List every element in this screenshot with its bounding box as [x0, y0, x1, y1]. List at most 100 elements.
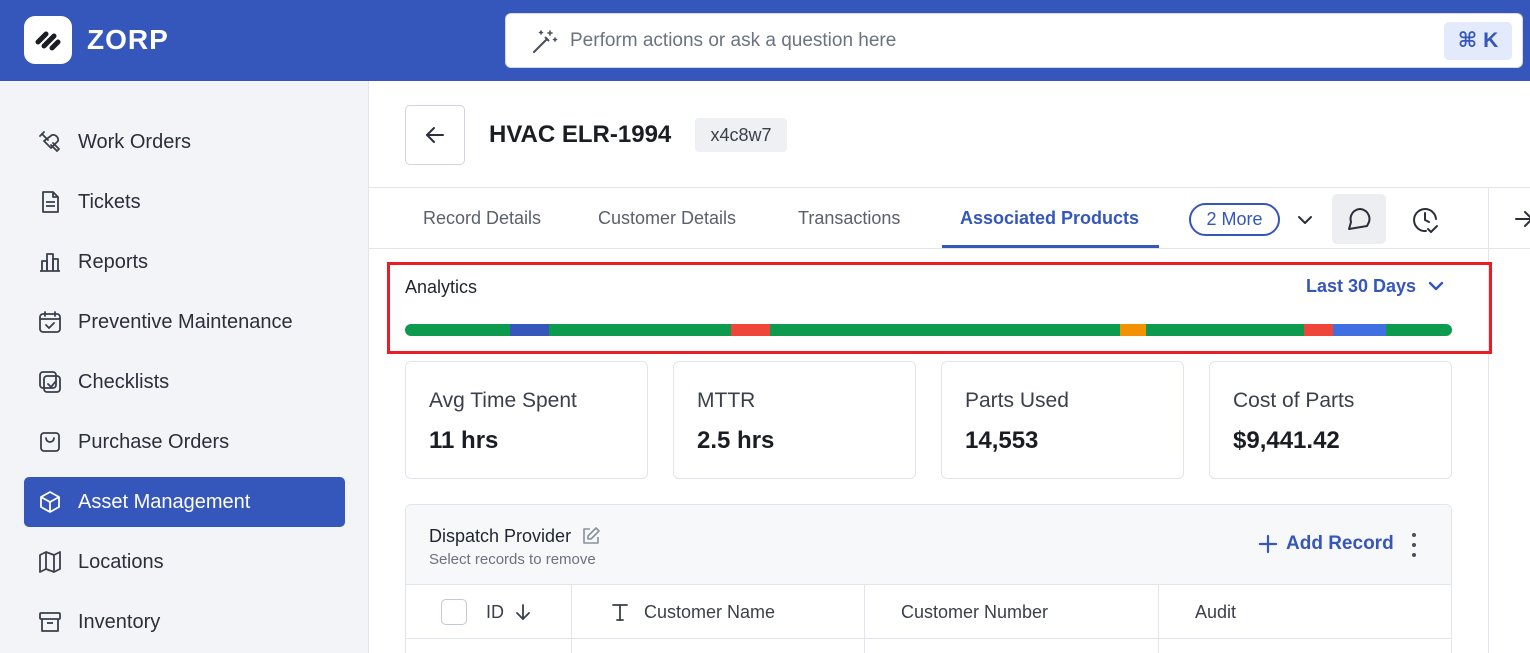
- tab-transactions[interactable]: Transactions: [798, 188, 900, 249]
- panel-title-text: Dispatch Provider: [429, 526, 572, 546]
- column-header-id[interactable]: ID: [486, 585, 532, 639]
- tabs-dropdown-button[interactable]: [1292, 207, 1318, 233]
- status-bar-segment: [1304, 324, 1333, 336]
- sidebar-item-asset-management[interactable]: Asset Management: [24, 477, 345, 527]
- sidebar-item-label: Inventory: [78, 610, 161, 633]
- more-options-icon[interactable]: [1406, 533, 1422, 557]
- kpi-label: Cost of Parts: [1233, 389, 1355, 412]
- date-range-dropdown[interactable]: Last 30 Days: [1306, 275, 1446, 297]
- column-header-audit[interactable]: Audit: [1195, 585, 1236, 639]
- panel-title: Dispatch Provider: [429, 525, 601, 547]
- command-search-bar[interactable]: ⌘ K: [505, 13, 1523, 68]
- cube-icon: [36, 488, 64, 516]
- checklist-icon: [36, 368, 64, 396]
- tab-associated-products[interactable]: Associated Products: [960, 188, 1139, 249]
- panel-subtitle: Select records to remove: [429, 551, 596, 568]
- column-label: Customer Number: [901, 602, 1049, 622]
- sidebar-item-label: Purchase Orders: [78, 430, 230, 453]
- status-bar-segment: [770, 324, 1121, 336]
- kpi-label: Parts Used: [965, 389, 1069, 412]
- status-bar-segment: [730, 324, 771, 336]
- tab-record-details[interactable]: Record Details: [423, 188, 541, 249]
- sidebar-item-label: Work Orders: [78, 130, 191, 153]
- status-timeline-bar: [405, 324, 1452, 336]
- chevron-down-icon: [1428, 281, 1444, 291]
- sidebar-item-label: Tickets: [78, 190, 141, 213]
- kpi-card-avg-time-spent: Avg Time Spent 11 hrs: [405, 361, 648, 479]
- sidebar-item-preventive-maintenance[interactable]: Preventive Maintenance: [24, 297, 345, 347]
- sort-arrow-down-icon: [516, 604, 530, 620]
- arrow-left-icon: [426, 127, 444, 143]
- keyboard-shortcut-badge: ⌘ K: [1444, 22, 1512, 60]
- search-input[interactable]: [570, 26, 1430, 56]
- column-divider: [1158, 585, 1159, 653]
- top-bar: ZORP ⌘ K: [0, 0, 1530, 81]
- add-record-button[interactable]: Add Record: [1258, 533, 1394, 555]
- magic-wand-icon: [533, 30, 558, 53]
- tools-icon: [36, 128, 64, 156]
- kpi-card-cost-of-parts: Cost of Parts $9,441.42: [1209, 361, 1452, 479]
- sidebar-item-purchase-orders[interactable]: Purchase Orders: [24, 417, 345, 467]
- arrow-right-icon[interactable]: [1512, 207, 1530, 231]
- document-icon: [36, 188, 64, 216]
- clock-check-icon: [1413, 208, 1438, 233]
- sidebar-item-inventory[interactable]: Inventory: [24, 597, 345, 647]
- column-label: Audit: [1195, 602, 1237, 622]
- sidebar-item-reports[interactable]: Reports: [24, 237, 345, 287]
- chat-bubble-icon: [1348, 208, 1371, 230]
- dispatch-provider-panel: Dispatch Provider Select records to remo…: [405, 504, 1452, 653]
- status-bar-segment: [549, 324, 731, 336]
- tab-customer-details[interactable]: Customer Details: [598, 188, 736, 249]
- sidebar-item-checklists[interactable]: Checklists: [24, 357, 345, 407]
- sidebar-item-label: Reports: [78, 250, 149, 273]
- analytics-label: Analytics: [405, 277, 478, 297]
- chevron-down-icon: [1298, 216, 1312, 224]
- more-tabs-button[interactable]: 2 More: [1189, 203, 1280, 236]
- panel-divider: [1488, 188, 1489, 653]
- status-bar-segment: [405, 324, 510, 336]
- kpi-label: Avg Time Spent: [429, 389, 577, 412]
- bar-chart-icon: [36, 248, 64, 276]
- plus-icon: [1258, 534, 1278, 554]
- sidebar-item-label: Asset Management: [78, 490, 251, 513]
- comments-button[interactable]: [1332, 194, 1386, 244]
- add-record-label: Add Record: [1286, 533, 1394, 554]
- sidebar-item-work-orders[interactable]: Work Orders: [24, 117, 345, 167]
- record-id-badge: x4c8w7: [695, 118, 787, 152]
- history-button[interactable]: [1405, 200, 1445, 240]
- column-header-customer-number[interactable]: Customer Number: [901, 585, 1048, 639]
- column-divider: [571, 585, 572, 653]
- sidebar: Work Orders Tickets Reports Preventive M…: [0, 81, 369, 653]
- column-label: Customer Name: [644, 602, 776, 622]
- status-bar-segment: [1332, 324, 1386, 336]
- column-divider: [864, 585, 865, 653]
- page-title: HVAC ELR-1994: [489, 121, 672, 148]
- zorp-logo-icon[interactable]: [24, 16, 72, 64]
- edit-icon[interactable]: [581, 526, 601, 546]
- brand-name: ZORP: [87, 24, 169, 55]
- back-button[interactable]: [405, 105, 465, 165]
- date-range-label: Last 30 Days: [1306, 276, 1417, 296]
- kpi-card-parts-used: Parts Used 14,553: [941, 361, 1184, 479]
- column-header-customer-name[interactable]: Customer Name: [610, 585, 775, 639]
- kpi-value: 2.5 hrs: [697, 427, 775, 454]
- map-icon: [36, 548, 64, 576]
- sidebar-item-tickets[interactable]: Tickets: [24, 177, 345, 227]
- active-tab-indicator: [942, 245, 1159, 248]
- shopping-bag-icon: [36, 428, 64, 456]
- sidebar-item-label: Preventive Maintenance: [78, 310, 293, 333]
- calendar-check-icon: [36, 308, 64, 336]
- status-bar-segment: [1385, 324, 1452, 336]
- text-type-icon: [612, 604, 628, 621]
- archive-icon: [36, 608, 64, 636]
- select-all-checkbox[interactable]: [441, 585, 467, 639]
- sidebar-item-locations[interactable]: Locations: [24, 537, 345, 587]
- status-bar-segment: [1146, 324, 1305, 336]
- kpi-value: $9,441.42: [1233, 427, 1340, 454]
- sidebar-item-label: Locations: [78, 550, 164, 573]
- kpi-value: 14,553: [965, 427, 1039, 454]
- sidebar-item-label: Checklists: [78, 370, 170, 393]
- status-bar-segment: [1120, 324, 1147, 336]
- column-label: ID: [486, 602, 504, 622]
- kpi-card-mttr: MTTR 2.5 hrs: [673, 361, 916, 479]
